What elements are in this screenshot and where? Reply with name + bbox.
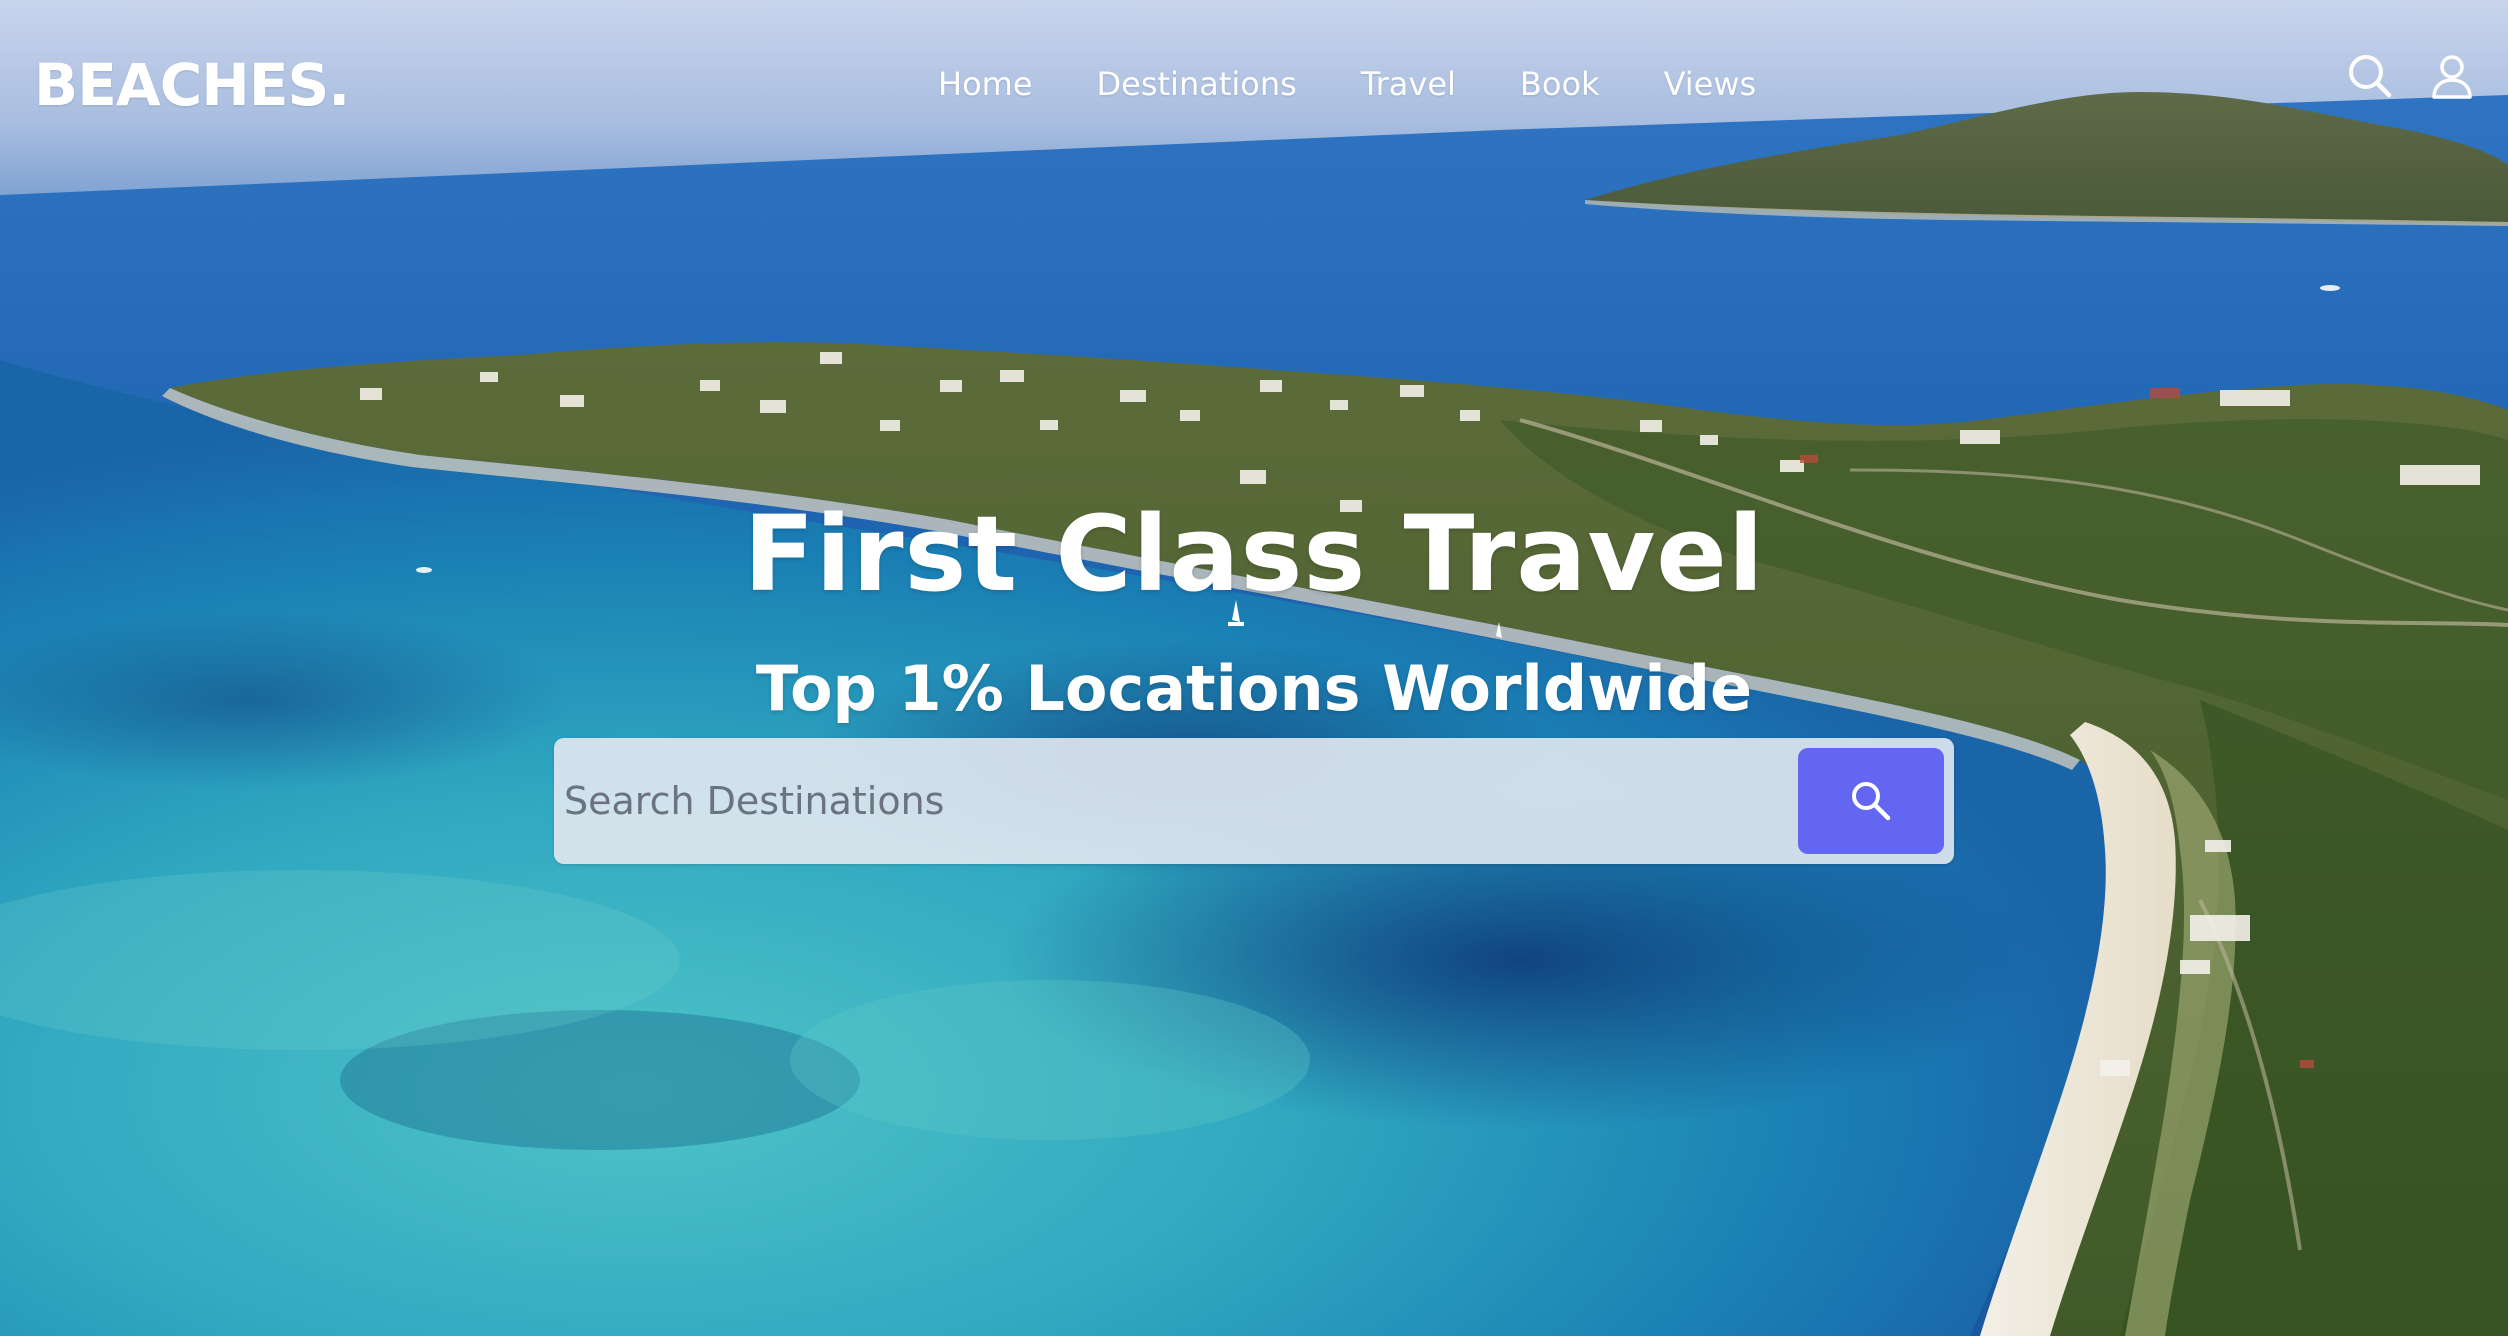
search-submit-button[interactable] (1798, 748, 1944, 854)
nav-item-views[interactable]: Views (1664, 62, 1757, 106)
page: BEACHES. Home Destinations Travel Book V… (0, 0, 2508, 1336)
nav-item-home[interactable]: Home (938, 62, 1033, 106)
site-header: BEACHES. Home Destinations Travel Book V… (0, 0, 2508, 165)
hero-subtitle: Top 1% Locations Worldwide (755, 652, 1753, 725)
search-destinations-input[interactable] (564, 758, 1734, 844)
nav-item-destinations[interactable]: Destinations (1097, 62, 1297, 106)
search-icon[interactable] (2344, 50, 2396, 102)
user-icon[interactable] (2426, 50, 2478, 102)
nav-item-book[interactable]: Book (1520, 62, 1600, 106)
main-nav: Home Destinations Travel Book Views (938, 62, 1756, 106)
nav-item-travel[interactable]: Travel (1361, 62, 1456, 106)
hero-title: First Class Travel (743, 493, 1765, 615)
brand-logo[interactable]: BEACHES. (34, 50, 350, 120)
destination-search-bar (554, 738, 1954, 864)
search-icon (1848, 778, 1894, 824)
